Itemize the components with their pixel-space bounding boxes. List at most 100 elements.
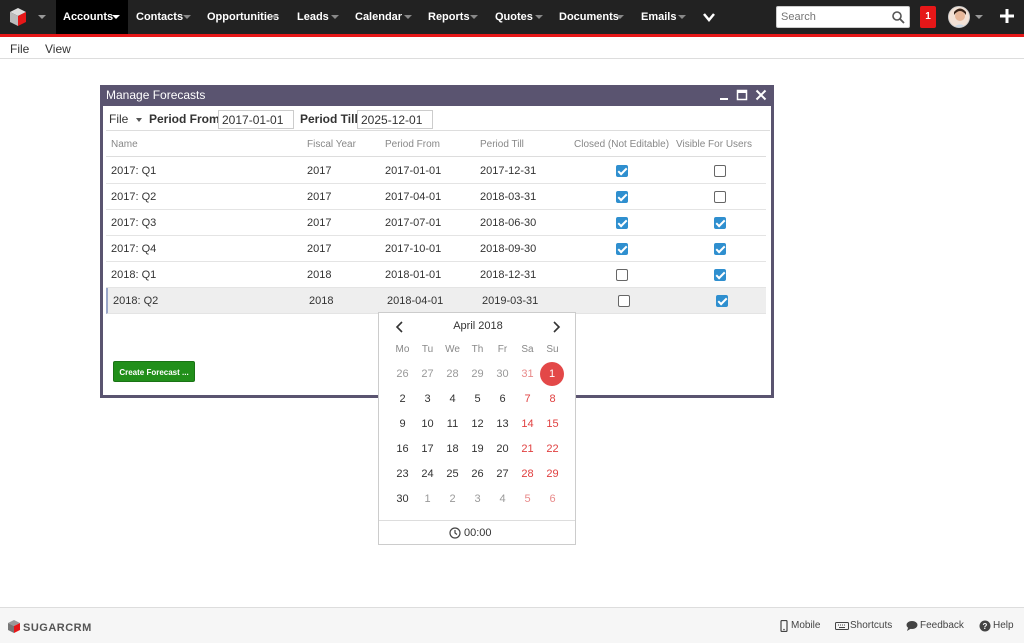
nav-item-documents[interactable]: Documents: [559, 0, 619, 34]
calendar-day[interactable]: 30: [490, 362, 515, 387]
footer-link-feedback[interactable]: Feedback: [920, 620, 964, 631]
calendar-day[interactable]: 20: [490, 437, 515, 462]
calendar-day[interactable]: 25: [440, 462, 465, 487]
table-row[interactable]: 2017: Q1 2017 2017-01-01 2017-12-31: [106, 158, 766, 184]
cell-year[interactable]: 2017: [307, 217, 331, 229]
time-selector[interactable]: 00:00: [379, 520, 575, 545]
nav-item-calendar[interactable]: Calendar: [355, 0, 402, 34]
calendar-day[interactable]: 28: [440, 362, 465, 387]
calendar-day-selected[interactable]: 1: [540, 362, 564, 386]
calendar-day[interactable]: 18: [440, 437, 465, 462]
nav-item-emails[interactable]: Emails: [641, 0, 676, 34]
user-menu-caret-icon[interactable]: [975, 15, 983, 19]
table-row[interactable]: 2017: Q4 2017 2017-10-01 2018-09-30: [106, 236, 766, 262]
calendar-day[interactable]: 28: [515, 462, 540, 487]
opportunities-caret-icon[interactable]: [271, 15, 279, 19]
calendar-day[interactable]: 11: [440, 412, 465, 437]
calendar-day[interactable]: 4: [490, 487, 515, 512]
global-search[interactable]: [776, 6, 910, 28]
visible-checkbox[interactable]: [714, 217, 726, 229]
user-avatar[interactable]: [948, 6, 970, 28]
maximize-icon[interactable]: [736, 89, 748, 101]
calendar-day[interactable]: 10: [415, 412, 440, 437]
col-header-visible[interactable]: Visible For Users: [676, 139, 752, 150]
cell-till[interactable]: 2018-09-30: [480, 243, 536, 255]
cell-from[interactable]: 2017-01-01: [385, 165, 441, 177]
calendar-day[interactable]: 6: [540, 487, 565, 512]
cell-year[interactable]: 2017: [307, 191, 331, 203]
cell-name[interactable]: 2017: Q2: [111, 191, 156, 203]
calendar-day[interactable]: 27: [490, 462, 515, 487]
calendar-caret-icon[interactable]: [404, 15, 412, 19]
search-icon[interactable]: [891, 10, 905, 24]
feedback-speech-bubble-icon[interactable]: [906, 620, 918, 632]
quotes-caret-icon[interactable]: [535, 15, 543, 19]
leads-caret-icon[interactable]: [331, 15, 339, 19]
col-header-period-till[interactable]: Period Till: [480, 139, 524, 150]
closed-checkbox[interactable]: [616, 165, 628, 177]
calendar-day[interactable]: 22: [540, 437, 565, 462]
reports-caret-icon[interactable]: [470, 15, 478, 19]
calendar-day[interactable]: 14: [515, 412, 540, 437]
calendar-day[interactable]: 7: [515, 387, 540, 412]
cell-name[interactable]: 2018: Q1: [111, 269, 156, 281]
calendar-day[interactable]: 26: [465, 462, 490, 487]
table-row[interactable]: 2017: Q3 2017 2017-07-01 2018-06-30: [106, 210, 766, 236]
close-icon[interactable]: [755, 89, 767, 101]
nav-item-opportunities[interactable]: Opportunities: [207, 0, 279, 34]
cell-name[interactable]: 2017: Q4: [111, 243, 156, 255]
period-till-input[interactable]: [357, 110, 433, 129]
col-header-period-from[interactable]: Period From: [385, 139, 440, 150]
calendar-day[interactable]: 6: [490, 387, 515, 412]
calendar-day[interactable]: 3: [415, 387, 440, 412]
cell-from[interactable]: 2017-07-01: [385, 217, 441, 229]
calendar-day[interactable]: 15: [540, 412, 565, 437]
cell-from[interactable]: 2018-04-01: [387, 295, 443, 307]
calendar-day[interactable]: 23: [390, 462, 415, 487]
calendar-month-title[interactable]: April 2018: [379, 320, 577, 332]
calendar-day[interactable]: 13: [490, 412, 515, 437]
cell-till[interactable]: 2018-03-31: [480, 191, 536, 203]
cell-till[interactable]: 2018-06-30: [480, 217, 536, 229]
calendar-day[interactable]: 5: [515, 487, 540, 512]
file-caret-icon[interactable]: [136, 118, 142, 122]
cell-till[interactable]: 2018-12-31: [480, 269, 536, 281]
cell-from[interactable]: 2017-10-01: [385, 243, 441, 255]
accounts-caret-icon[interactable]: [112, 15, 120, 19]
help-question-icon[interactable]: ?: [979, 620, 991, 632]
contacts-caret-icon[interactable]: [183, 15, 191, 19]
table-row[interactable]: 2017: Q2 2017 2017-04-01 2018-03-31: [106, 184, 766, 210]
closed-checkbox[interactable]: [616, 191, 628, 203]
visible-checkbox[interactable]: [714, 191, 726, 203]
toolbar-file-menu[interactable]: File: [109, 112, 128, 126]
calendar-day[interactable]: 19: [465, 437, 490, 462]
calendar-day[interactable]: 26: [390, 362, 415, 387]
nav-item-reports[interactable]: Reports: [428, 0, 470, 34]
next-month-icon[interactable]: [551, 321, 561, 333]
nav-item-leads[interactable]: Leads: [297, 0, 329, 34]
cell-year[interactable]: 2018: [309, 295, 333, 307]
logo-caret-icon[interactable]: [38, 15, 46, 19]
calendar-day[interactable]: 21: [515, 437, 540, 462]
documents-caret-icon[interactable]: [616, 15, 624, 19]
cell-name[interactable]: 2017: Q1: [111, 165, 156, 177]
calendar-day[interactable]: 8: [540, 387, 565, 412]
emails-caret-icon[interactable]: [678, 15, 686, 19]
calendar-day[interactable]: 16: [390, 437, 415, 462]
period-from-input[interactable]: [218, 110, 294, 129]
cell-till[interactable]: 2017-12-31: [480, 165, 536, 177]
cell-till[interactable]: 2019-03-31: [482, 295, 538, 307]
cell-year[interactable]: 2017: [307, 243, 331, 255]
col-header-fiscal-year[interactable]: Fiscal Year: [307, 139, 356, 150]
search-input[interactable]: [777, 7, 885, 27]
calendar-day[interactable]: 30: [390, 487, 415, 512]
calendar-day[interactable]: 29: [465, 362, 490, 387]
cell-name[interactable]: 2017: Q3: [111, 217, 156, 229]
calendar-day[interactable]: 12: [465, 412, 490, 437]
cell-year[interactable]: 2017: [307, 165, 331, 177]
closed-checkbox[interactable]: [616, 269, 628, 281]
quick-create-plus-icon[interactable]: [1000, 9, 1014, 23]
footer-link-help[interactable]: Help: [993, 620, 1014, 631]
table-row[interactable]: 2018: Q2 2018 2018-04-01 2019-03-31: [106, 288, 766, 314]
calendar-day[interactable]: 5: [465, 387, 490, 412]
